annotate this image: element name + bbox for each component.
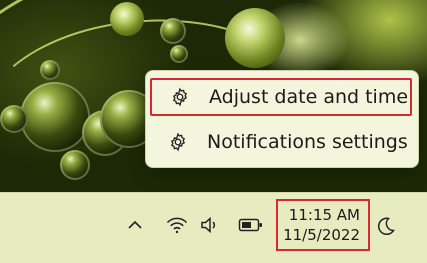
wallpaper-bubble	[60, 150, 90, 180]
menu-item-label: Notifications settings	[207, 131, 408, 153]
wallpaper-bubble	[20, 82, 90, 152]
wallpaper-bubble	[40, 60, 60, 80]
battery-icon[interactable]	[236, 214, 266, 236]
gear-icon	[167, 131, 189, 153]
wallpaper-bubble	[225, 8, 285, 68]
menu-item-label: Adjust date and time	[209, 86, 409, 108]
wallpaper-bubble	[160, 18, 186, 44]
moon-icon[interactable]	[374, 214, 398, 238]
menu-item-notifications-settings[interactable]: Notifications settings	[150, 123, 412, 161]
wifi-icon[interactable]	[164, 213, 190, 237]
gear-icon	[169, 86, 191, 108]
menu-item-adjust-date-time[interactable]: Adjust date and time	[150, 78, 412, 116]
wallpaper-bubble	[0, 105, 28, 133]
speaker-icon[interactable]	[198, 213, 224, 237]
wallpaper-bubble	[110, 2, 144, 36]
wallpaper-bubble	[170, 45, 188, 63]
clock-time: 11:15 AM	[288, 206, 360, 224]
chevron-up-icon[interactable]	[124, 214, 146, 236]
taskbar-clock[interactable]: 11:15 AM 11/5/2022	[276, 199, 370, 251]
clock-context-menu: Adjust date and time Notifications setti…	[145, 70, 419, 168]
clock-date: 11/5/2022	[283, 226, 360, 244]
